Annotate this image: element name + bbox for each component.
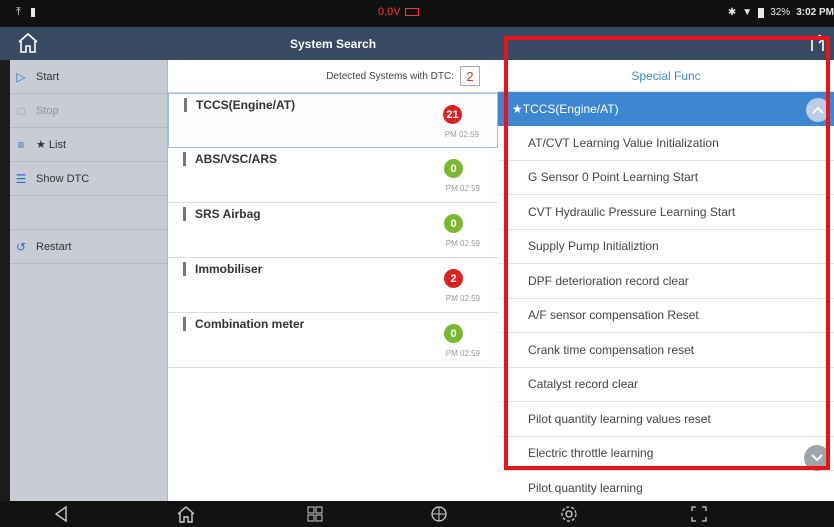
system-row[interactable]: TCCS(Engine/AT) 21 PM 02:59 [168,93,498,148]
special-func-panel: Special Func ★TCCS(Engine/AT) AT/CVT Lea… [498,60,834,506]
sidebar-spacer [10,196,167,230]
sidebar-item-label: Restart [36,240,72,253]
special-func-item[interactable]: Catalyst record clear [498,368,834,402]
recent-apps-icon[interactable] [306,505,326,523]
sidebar-item-list[interactable]: ≡ ★ List [10,128,167,162]
clock: 3:02 PM [796,7,834,18]
scan-time: PM 02:59 [445,184,480,193]
status-left: ⤒ [16,6,35,19]
system-row[interactable]: Combination meter 0 PM 02:59 [168,313,498,368]
special-func-list: AT/CVT Learning Value Initialization G Se… [498,126,834,506]
system-row[interactable]: SRS Airbag 0 PM 02:59 [168,203,498,258]
dtc-count-badge: 0 [444,214,463,233]
battery-icon [758,7,765,18]
dtc-count-badge: 2 [444,269,463,288]
scan-time: PM 02:59 [445,239,480,248]
sidebar-item-label: Start [36,70,60,83]
system-name: SRS Airbag [195,207,261,221]
status-right: ✱ ▼ 32% 3:02 PM [728,7,834,18]
chevron-down-icon [811,454,823,462]
list-icon: ≡ [17,137,25,152]
special-func-title: Special Func [498,60,834,92]
back-icon[interactable] [52,505,72,523]
row-marker [183,207,186,221]
voltage-indicator: 0.0V [378,6,419,18]
system-name: Immobiliser [195,262,263,276]
car-battery-icon [404,8,419,16]
row-marker [184,98,187,112]
detected-systems-header: Detected Systems with DTC: 2 [168,60,498,93]
row-marker [183,317,186,331]
exit-icon[interactable] [810,33,828,53]
nav-home-icon[interactable] [176,505,196,523]
special-func-item[interactable]: Crank time compensation reset [498,333,834,368]
title-bar: System Search [0,27,834,60]
settings-icon[interactable] [560,505,580,523]
scroll-up-button[interactable] [806,98,830,122]
special-func-item[interactable]: Electric throttle learning [498,437,834,471]
screenshot-icon[interactable] [690,505,710,523]
detected-label: Detected Systems with DTC: [326,70,454,82]
system-row[interactable]: Immobiliser 2 PM 02:59 [168,258,498,313]
sidebar-item-start[interactable]: ▷ Start [10,60,167,94]
restart-icon: ↺ [15,239,27,254]
nav-bar [0,501,834,527]
special-func-item[interactable]: Pilot quantity learning values reset [498,402,834,437]
system-list-panel: Detected Systems with DTC: 2 TCCS(Engine… [168,60,498,501]
play-icon: ▷ [16,69,26,84]
home-icon[interactable] [16,32,40,54]
special-func-header-label: ★TCCS(Engine/AT) [512,102,619,116]
status-bar: ⤒ 0.0V ✱ ▼ 32% 3:02 PM [0,0,834,27]
dtc-count-badge: 21 [443,105,462,124]
browser-icon[interactable] [430,505,450,523]
system-name: ABS/VSC/ARS [195,152,278,166]
scroll-down-button[interactable] [804,445,830,471]
scan-time: PM 02:59 [445,294,480,303]
scan-time: PM 02:59 [445,349,480,358]
stop-icon: □ [17,103,25,118]
dtc-list-icon: ☰ [15,171,27,186]
upload-icon: ⤒ [16,6,21,18]
dtc-count-badge: 0 [444,324,463,343]
voltage-text: 0.0V [378,6,401,18]
system-rows: TCCS(Engine/AT) 21 PM 02:59 ABS/VSC/ARS 0 PM … [168,93,498,368]
special-func-header: ★TCCS(Engine/AT) [498,92,834,126]
special-func-item[interactable]: AT/CVT Learning Value Initialization [498,126,834,161]
special-func-item[interactable]: G Sensor 0 Point Learning Start [498,161,834,195]
sidebar-item-label: ★ List [36,139,67,151]
system-name: TCCS(Engine/AT) [196,98,296,112]
dtc-count-badge: 0 [444,159,463,178]
battery-percent: 32% [770,7,791,18]
bluetooth-icon: ✱ [727,7,737,18]
special-func-item[interactable]: CVT Hydraulic Pressure Learning Start [498,195,834,230]
scan-time: PM 02:59 [444,130,479,139]
row-marker [183,262,186,276]
sidebar: ▷ Start □ Stop ≡ ★ List ☰ Show DTC ↺ Res… [10,60,168,501]
sidebar-item-stop[interactable]: □ Stop [10,94,167,128]
chevron-up-icon [812,106,824,114]
sidebar-item-restart[interactable]: ↺ Restart [10,230,167,264]
wifi-icon: ▼ [742,7,753,18]
battery-small-icon [30,8,35,17]
left-edge [0,60,10,501]
system-name: Combination meter [195,317,305,331]
special-func-item[interactable]: Supply Pump Initializtion [498,230,834,264]
page-title: System Search [289,37,377,51]
sidebar-item-label: Stop [36,104,59,117]
special-func-item[interactable]: A/F sensor compensation Reset [498,299,834,333]
sidebar-item-label: Show DTC [36,172,90,185]
system-row[interactable]: ABS/VSC/ARS 0 PM 02:59 [168,148,498,203]
sidebar-item-show-dtc[interactable]: ☰ Show DTC [10,162,167,196]
detected-count: 2 [460,66,480,86]
special-func-item[interactable]: DPF deterioration record clear [498,264,834,299]
row-marker [183,152,186,166]
